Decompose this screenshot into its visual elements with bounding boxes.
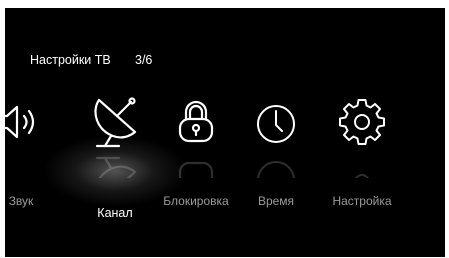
- gear-icon: [334, 94, 390, 150]
- menu-item-label: Настройка: [332, 194, 392, 208]
- menu-title: Настройки ТВ: [30, 53, 111, 67]
- page-indicator: 3/6: [135, 53, 153, 67]
- clock-icon: [248, 94, 304, 150]
- tv-settings-screen: Настройки ТВ 3/6 Звук Канал Блокировка В…: [5, 8, 445, 257]
- lock-icon: [168, 94, 224, 150]
- menu-item-sound[interactable]: Звук: [5, 94, 67, 234]
- menu-item-label: Время: [257, 194, 295, 208]
- menu-item-lock[interactable]: Блокировка: [150, 94, 242, 234]
- menu-item-channel[interactable]: Канал: [69, 94, 161, 234]
- gear-reflection: [334, 154, 390, 178]
- satellite-dish-reflection: [87, 154, 143, 178]
- speaker-icon: [5, 94, 49, 150]
- clock-reflection: [248, 154, 304, 178]
- menu-item-label: Звук: [8, 194, 34, 208]
- menu-item-label: Канал: [97, 206, 133, 220]
- lock-reflection: [168, 154, 224, 178]
- menu-item-label: Блокировка: [163, 194, 229, 208]
- menu-item-setup[interactable]: Настройка: [316, 94, 408, 234]
- menu-item-time[interactable]: Время: [230, 94, 322, 234]
- satellite-dish-icon: [87, 94, 143, 150]
